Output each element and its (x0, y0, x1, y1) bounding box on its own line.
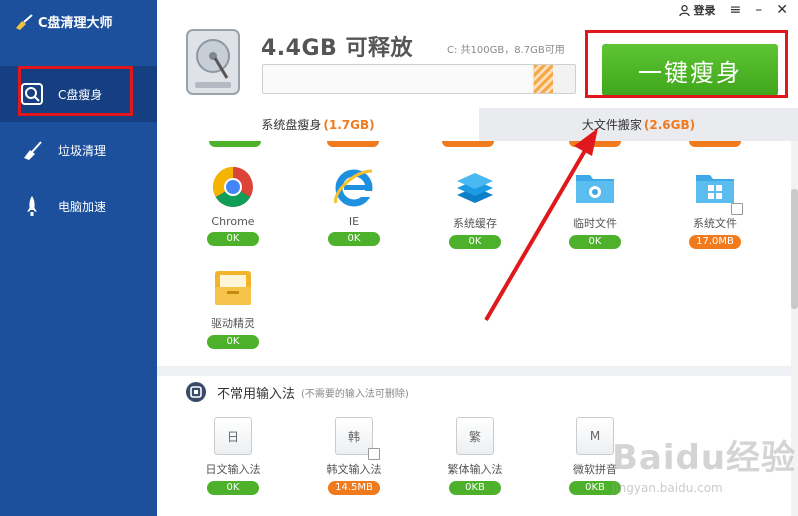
broom-icon (20, 138, 44, 162)
login-button[interactable]: 登录 (678, 2, 716, 18)
tile-size-badge: 0K (207, 232, 259, 246)
sidebar-item-junk-clean[interactable]: 垃圾清理 (0, 122, 157, 178)
annotation-box-sidebar (18, 66, 133, 116)
ime-glyph: 韩 (347, 429, 360, 444)
broom-logo-icon (16, 13, 33, 30)
tile-name: 系统缓存 (453, 217, 497, 230)
rocket-icon (20, 194, 44, 218)
tile-temp-files[interactable]: 临时文件 0K (555, 165, 635, 249)
ime-key-icon: 日 (214, 417, 252, 455)
minimize-icon[interactable]: – (755, 2, 762, 18)
previous-row-badge (327, 141, 379, 147)
tile-name: 繁体输入法 (447, 463, 503, 476)
tab-label: 系统盘瘦身 (261, 118, 322, 132)
tile-name: 系统文件 (693, 217, 737, 230)
tile-size-badge: 14.5MB (328, 481, 380, 495)
previous-row-badge (569, 141, 621, 147)
tab-bar: 系统盘瘦身 (1.7GB) 大文件搬家 (2.6GB) (157, 108, 798, 141)
ie-icon (332, 165, 376, 209)
keyboard-section-icon (186, 382, 206, 402)
windows-folder-icon (693, 165, 743, 215)
releasable-size: 4.4GB 可释放 (261, 36, 413, 61)
watermark-url: jingyan.baidu.com (612, 481, 723, 495)
select-checkbox[interactable] (368, 448, 380, 460)
chrome-icon (211, 165, 255, 209)
window-controls: 登录 ≡ – ✕ (678, 2, 788, 18)
app-logo: C盘清理大师 (14, 12, 113, 31)
app-title: C盘清理大师 (38, 16, 113, 31)
section-divider (157, 366, 798, 376)
annotation-box-action (585, 30, 788, 98)
login-label: 登录 (693, 4, 716, 17)
close-icon[interactable]: ✕ (776, 2, 788, 18)
sidebar-item-speedup[interactable]: 电脑加速 (0, 178, 157, 234)
sidebar-item-label: 垃圾清理 (58, 143, 107, 158)
tile-name: Chrome (211, 215, 255, 228)
tile-japanese-ime[interactable]: 日 日文输入法 0K (193, 417, 273, 495)
driver-folder-icon (211, 265, 255, 309)
temp-folder-icon (573, 165, 617, 209)
menu-icon[interactable]: ≡ (730, 2, 742, 18)
user-icon (678, 4, 690, 16)
tile-name: 临时文件 (573, 217, 617, 230)
tile-traditional-ime[interactable]: 繁 繁体输入法 0KB (435, 417, 515, 495)
ime-key-icon: 繁 (456, 417, 494, 455)
tile-size-badge: 17.0MB (689, 235, 741, 249)
disk-usage-bar (262, 64, 576, 94)
tile-name: 驱动精灵 (211, 317, 255, 330)
previous-row-badge (442, 141, 494, 147)
tile-name: 韩文输入法 (326, 463, 382, 476)
layers-icon (453, 165, 497, 209)
previous-row-badge (209, 141, 261, 147)
hard-disk-icon (186, 29, 240, 95)
scrollbar-thumb[interactable] (791, 189, 798, 309)
sidebar: C盘清理大师 C盘瘦身 垃圾清理 电脑加速 (0, 0, 157, 516)
ime-section-hint: (不需要的输入法可删除) (301, 388, 409, 400)
watermark: Baidu经验 (612, 438, 797, 478)
tile-system-files[interactable]: 系统文件 17.0MB (675, 165, 755, 249)
tile-size-badge: 0K (569, 235, 621, 249)
tile-chrome[interactable]: Chrome 0K (193, 165, 273, 246)
tile-ie[interactable]: IE 0K (314, 165, 394, 246)
tile-size-badge: 0K (207, 481, 259, 495)
ime-section-title: 不常用输入法 (217, 386, 296, 402)
releasable-segment (534, 65, 554, 93)
tile-korean-ime[interactable]: 韩 韩文输入法 14.5MB (314, 417, 394, 495)
disk-usage-fill (263, 65, 535, 93)
tile-name: 日文输入法 (205, 463, 261, 476)
ime-key-icon: M (576, 417, 614, 455)
tab-size: (2.6GB) (643, 117, 696, 132)
ime-section-header: 不常用输入法 (不需要的输入法可删除) (185, 381, 409, 403)
sidebar-item-label: 电脑加速 (58, 199, 107, 214)
tab-label: 大文件搬家 (581, 118, 642, 132)
ime-key-icon: 韩 (335, 417, 380, 460)
select-checkbox[interactable] (731, 203, 743, 215)
disk-capacity: C: 共100GB，8.7GB可用 (447, 45, 565, 56)
tile-system-cache[interactable]: 系统缓存 0K (435, 165, 515, 249)
tab-system-slim[interactable]: 系统盘瘦身 (1.7GB) (157, 108, 479, 141)
tile-size-badge: 0KB (449, 481, 501, 495)
tile-name: IE (348, 215, 360, 228)
tab-large-file-move[interactable]: 大文件搬家 (2.6GB) (479, 108, 798, 141)
previous-row-badge (689, 141, 741, 147)
tile-size-badge: 0K (328, 232, 380, 246)
tile-size-badge: 0K (207, 335, 259, 349)
tile-size-badge: 0K (449, 235, 501, 249)
tile-driver-genius[interactable]: 驱动精灵 0K (193, 265, 273, 349)
tab-size: (1.7GB) (323, 117, 375, 132)
